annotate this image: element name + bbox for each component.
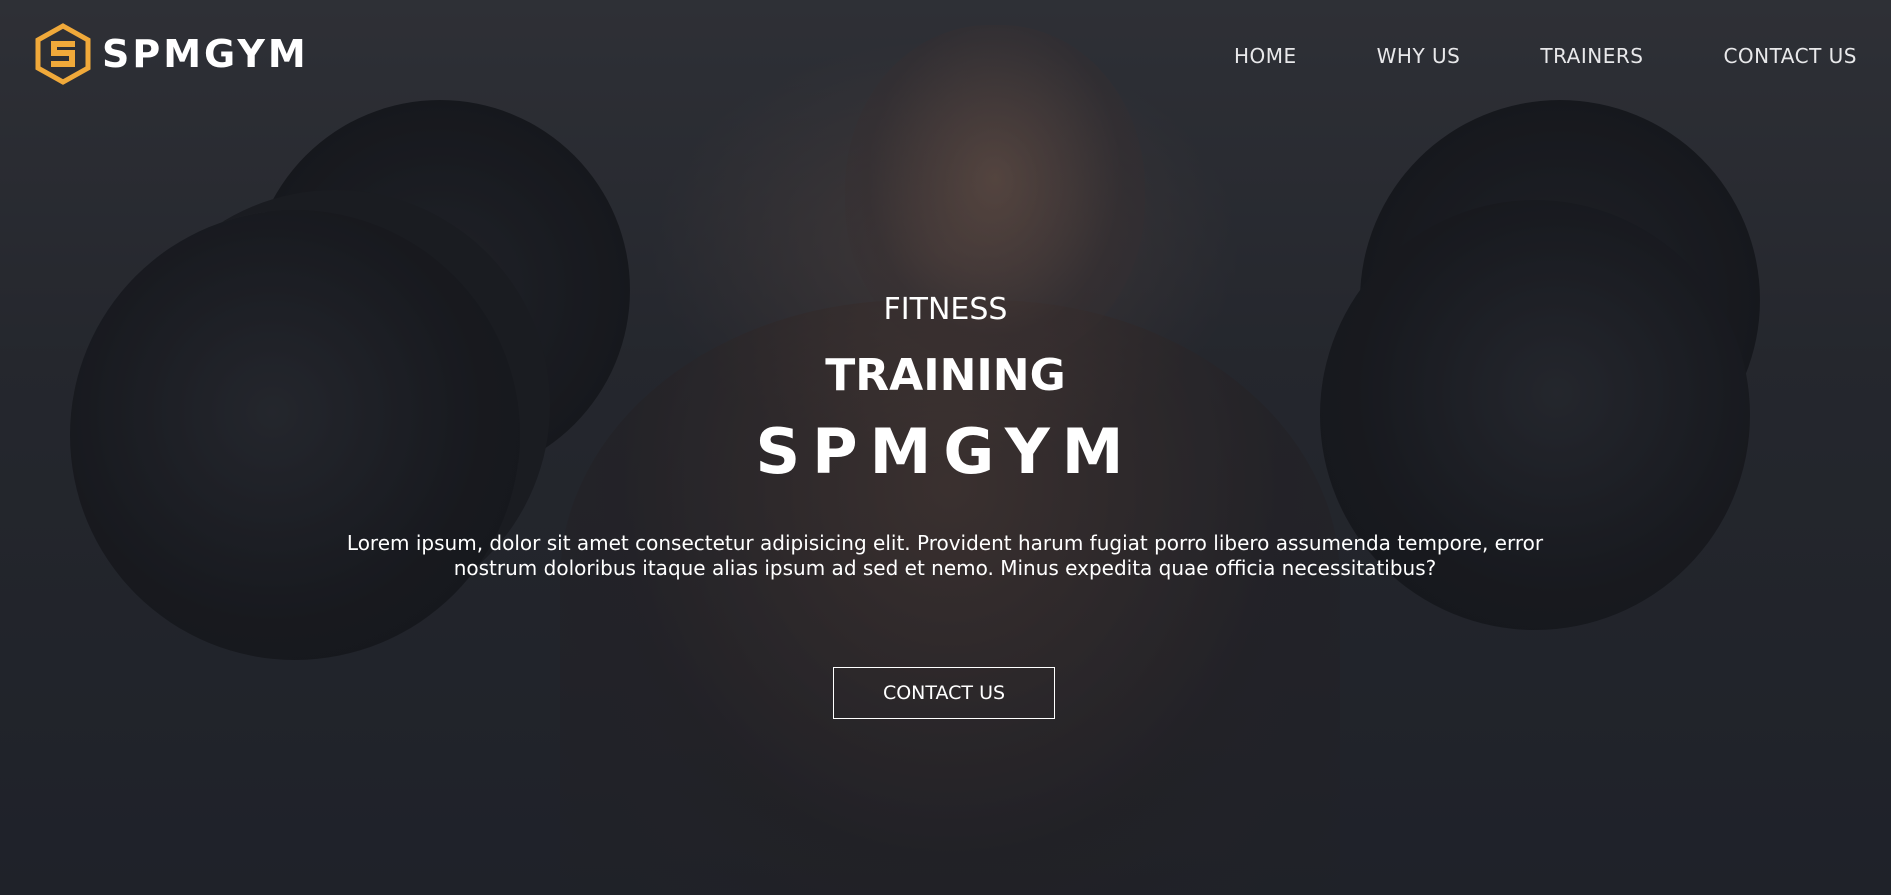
contact-us-button[interactable]: CONTACT US (833, 667, 1055, 719)
hero-title: SPMGYM (755, 415, 1136, 488)
navbar: SPMGYM HOME WHY US TRAINERS CONTACT US (0, 0, 1891, 112)
hero-kicker: FITNESS (883, 292, 1008, 327)
nav-item-home[interactable]: HOME (1234, 44, 1297, 68)
brand-logo-link[interactable]: SPMGYM (32, 23, 309, 85)
hexagon-s-logo-icon (35, 23, 91, 85)
nav-item-why-us[interactable]: WHY US (1377, 44, 1461, 68)
hero-section: SPMGYM HOME WHY US TRAINERS CONTACT US F… (0, 0, 1891, 895)
brand-name: SPMGYM (102, 32, 309, 76)
nav-item-trainers[interactable]: TRAINERS (1540, 44, 1643, 68)
hero-description: Lorem ipsum, dolor sit amet consectetur … (346, 531, 1544, 580)
hero-subtitle: TRAINING (825, 350, 1066, 401)
main-nav: HOME WHY US TRAINERS CONTACT US (1234, 44, 1857, 68)
nav-item-contact-us[interactable]: CONTACT US (1723, 44, 1857, 68)
